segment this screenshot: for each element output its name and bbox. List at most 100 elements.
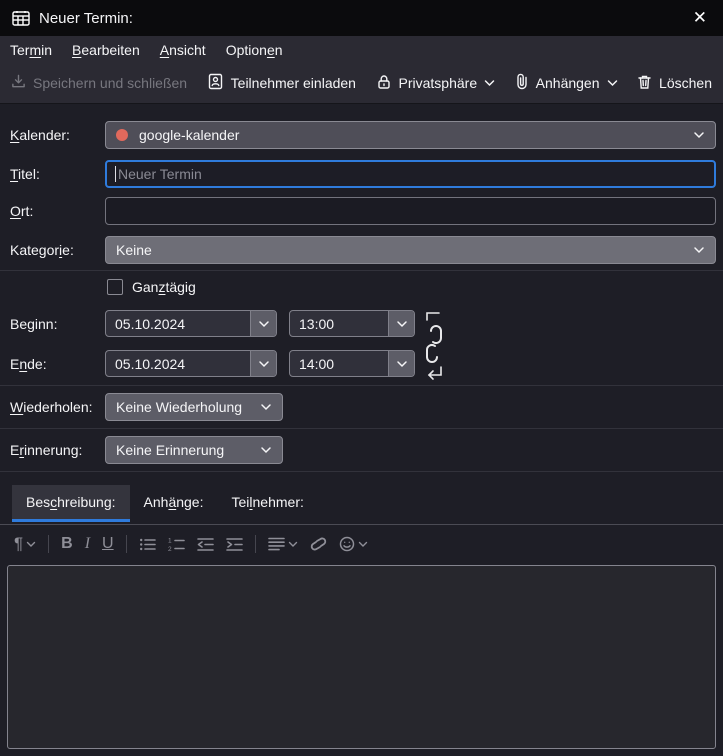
start-date-value: 05.10.2024 (106, 311, 250, 336)
location-input[interactable] (105, 197, 716, 225)
tab-teilnehmer[interactable]: Teilnehmer: (217, 485, 317, 522)
event-form: Kalender: google-kalender Titel: Neuer T… (0, 104, 723, 749)
indent-button[interactable] (226, 537, 243, 552)
category-label: Kategorie: (10, 242, 105, 258)
chevron-down-icon (484, 79, 495, 87)
allday-checkbox[interactable] (107, 279, 123, 295)
editor-toolbar: ¶ B I U 1 2 (0, 525, 723, 561)
paragraph-icon: ¶ (14, 534, 23, 554)
toolbar-divider (126, 535, 127, 553)
attach-menu-button[interactable]: Anhängen (515, 73, 618, 93)
event-toolbar: Speichern und schließen Teilnehmer einla… (0, 63, 723, 104)
invite-attendees-button[interactable]: Teilnehmer einladen (207, 73, 356, 93)
chevron-down-icon (260, 403, 272, 411)
close-icon[interactable]: ✕ (689, 6, 711, 30)
end-date-value: 05.10.2024 (106, 351, 250, 376)
numbered-list-button[interactable]: 1 2 (168, 537, 185, 552)
category-select-value: Keine (116, 242, 152, 258)
chevron-down-icon (358, 541, 368, 548)
repeat-row: Wiederholen: Keine Wiederholung (10, 393, 716, 421)
reminder-label: Erinnerung: (10, 442, 105, 458)
link-start-end-icon[interactable] (421, 310, 447, 377)
delete-button[interactable]: Löschen (637, 74, 712, 93)
menu-termin[interactable]: Termin (8, 39, 62, 61)
separator (0, 471, 723, 472)
category-select[interactable]: Keine (105, 236, 716, 264)
end-time-value: 14:00 (290, 351, 388, 376)
smiley-button[interactable] (339, 536, 368, 552)
calendar-select[interactable]: google-kalender (105, 121, 716, 149)
privacy-menu-button[interactable]: Privatsphäre (376, 74, 496, 93)
title-input[interactable]: Neuer Termin (105, 160, 716, 188)
svg-text:2: 2 (168, 546, 172, 552)
location-label: Ort: (10, 203, 105, 219)
menu-ansicht[interactable]: Ansicht (150, 39, 216, 61)
lock-icon (376, 74, 392, 93)
detail-tabs: Beschreibung: Anhänge: Teilnehmer: (12, 485, 723, 522)
description-textarea[interactable] (7, 565, 716, 749)
tab-anhaenge[interactable]: Anhänge: (130, 485, 218, 522)
chevron-down-icon[interactable] (250, 311, 276, 336)
calendar-row: Kalender: google-kalender (10, 121, 716, 149)
end-label: Ende: (10, 356, 105, 372)
underline-button[interactable]: U (102, 535, 114, 553)
chevron-down-icon (607, 79, 618, 87)
separator (0, 428, 723, 429)
end-time-picker[interactable]: 14:00 (289, 350, 415, 377)
outdent-button[interactable] (197, 537, 214, 552)
text-caret (115, 166, 116, 182)
menu-bearbeiten[interactable]: Bearbeiten (62, 39, 150, 61)
menubar: Termin Bearbeiten Ansicht Optionen (0, 36, 723, 63)
separator (0, 270, 723, 271)
title-placeholder: Neuer Termin (118, 166, 202, 182)
calendar-select-value: google-kalender (139, 127, 239, 143)
title-row: Titel: Neuer Termin (10, 160, 716, 188)
window-titlebar: Neuer Termin: ✕ (0, 0, 723, 36)
menu-optionen[interactable]: Optionen (216, 39, 293, 61)
insert-link-button[interactable] (310, 536, 327, 552)
tab-beschreibung[interactable]: Beschreibung: (12, 485, 130, 522)
calendar-color-dot (116, 129, 128, 141)
end-date-picker[interactable]: 05.10.2024 (105, 350, 277, 377)
addressbook-icon (207, 73, 224, 93)
start-time-picker[interactable]: 13:00 (289, 310, 415, 337)
repeat-select[interactable]: Keine Wiederholung (105, 393, 283, 421)
italic-button[interactable]: I (85, 535, 90, 553)
category-row: Kategorie: Keine (10, 236, 716, 264)
repeat-label: Wiederholen: (10, 399, 105, 415)
toolbar-divider (48, 535, 49, 553)
calendar-window-icon (12, 10, 30, 26)
separator (0, 385, 723, 386)
bullet-list-button[interactable] (139, 537, 156, 552)
window-title: Neuer Termin: (39, 10, 133, 27)
start-date-picker[interactable]: 05.10.2024 (105, 310, 277, 337)
toolbar-divider (255, 535, 256, 553)
calendar-label: Kalender: (10, 127, 105, 143)
chevron-down-icon[interactable] (388, 351, 414, 376)
repeat-select-value: Keine Wiederholung (116, 399, 242, 415)
bold-button[interactable]: B (61, 535, 73, 553)
svg-text:1: 1 (168, 537, 172, 544)
datetime-group: Beginn: 05.10.2024 13:00 Ende: 05.10.202… (0, 310, 723, 377)
paragraph-style-button[interactable]: ¶ (14, 534, 36, 554)
save-icon (11, 74, 26, 92)
chevron-down-icon (693, 246, 705, 254)
trash-icon (637, 74, 652, 93)
chevron-down-icon (26, 541, 36, 548)
allday-label: Ganztägig (132, 279, 196, 295)
paperclip-icon (515, 73, 529, 93)
reminder-select[interactable]: Keine Erinnerung (105, 436, 283, 464)
start-row: Beginn: 05.10.2024 13:00 (10, 310, 716, 337)
chevron-down-icon (693, 131, 705, 139)
end-row: Ende: 05.10.2024 14:00 (10, 350, 716, 377)
chevron-down-icon[interactable] (388, 311, 414, 336)
reminder-select-value: Keine Erinnerung (116, 442, 224, 458)
chevron-down-icon[interactable] (250, 351, 276, 376)
allday-row: Ganztägig (107, 278, 723, 296)
save-close-button[interactable]: Speichern und schließen (11, 74, 187, 92)
location-row: Ort: (10, 197, 716, 225)
title-label: Titel: (10, 166, 105, 182)
align-button[interactable] (268, 537, 298, 551)
reminder-row: Erinnerung: Keine Erinnerung (10, 436, 716, 464)
start-label: Beginn: (10, 316, 105, 332)
